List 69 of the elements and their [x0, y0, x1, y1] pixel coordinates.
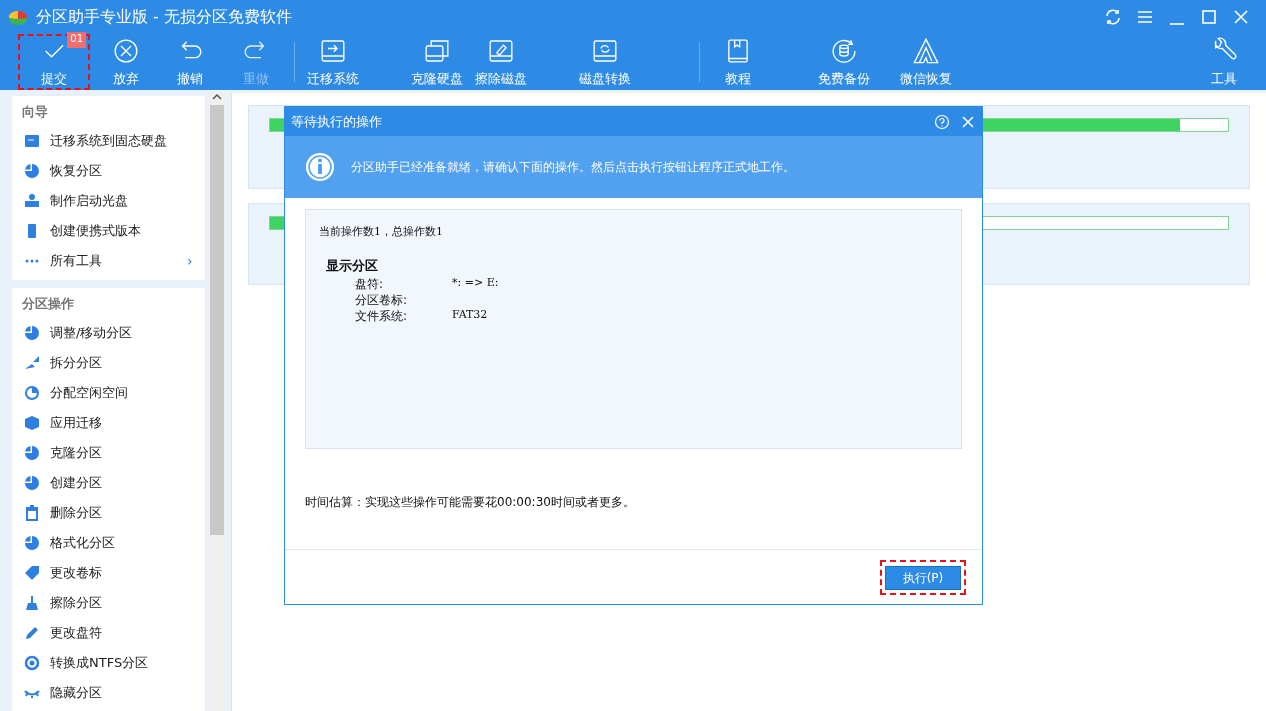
toolbar-tool-button[interactable]: 教程: [706, 34, 770, 90]
sidebar-item[interactable]: 分配空闲空间: [22, 378, 195, 408]
dialog-title: 等待执行的操作: [291, 112, 383, 131]
info-text: 分区助手已经准备就绪，请确认下面的操作。然后点击执行按钮让程序正式地工作。: [351, 159, 795, 176]
sidebar-item[interactable]: 拆分分区: [22, 348, 195, 378]
sidebar-item[interactable]: 转换成NTFS分区: [22, 648, 195, 678]
toolbar-tool-button[interactable]: 撤销: [158, 34, 222, 90]
app-logo-icon: [8, 8, 28, 26]
drive-icon: [24, 133, 40, 149]
disc-drive-icon: [24, 193, 40, 209]
detail-value: FAT32: [452, 307, 488, 323]
section-title: 分区操作: [22, 295, 75, 313]
toolbar-tool-button[interactable]: 工具: [1192, 34, 1256, 90]
detail-label: 文件系统:: [355, 308, 409, 323]
sidebar-item[interactable]: 删除分区: [22, 498, 195, 528]
menu-icon[interactable]: [1136, 8, 1154, 26]
summary-text: 当前操作数1，总操作数1: [319, 224, 444, 240]
help-icon[interactable]: [934, 113, 950, 130]
close-icon[interactable]: [960, 113, 976, 130]
pie-chart-icon: [24, 475, 40, 491]
pie-chart-icon: [24, 535, 40, 551]
sidebar-item[interactable]: 擦除分区: [22, 588, 195, 618]
sidebar-item[interactable]: 创建便携式版本: [22, 216, 195, 246]
toolbar-tool-button[interactable]: 微信恢复: [894, 34, 958, 90]
toolbar-tool-button[interactable]: 放弃: [94, 34, 158, 90]
toolbar-tool-button[interactable]: 免费备份: [812, 34, 876, 90]
count-badge: 01: [67, 32, 86, 48]
pie-outline-icon: [24, 385, 40, 401]
tag-icon: [24, 565, 40, 581]
scroll-up-icon[interactable]: [211, 93, 222, 101]
time-estimate: 时间估算：实现这些操作可能需要花00:00:30时间或者更多。: [305, 494, 636, 511]
toolbar-tool-button[interactable]: 克隆硬盘: [405, 34, 469, 90]
sidebar-item[interactable]: 恢复分区: [22, 156, 195, 186]
toolbar-tool-button[interactable]: 磁盘转换: [573, 34, 637, 90]
chevron-icon: ›: [187, 250, 195, 272]
operation-title: 显示分区: [325, 256, 379, 275]
toolbar-tool-button[interactable]: 擦除磁盘: [469, 34, 533, 90]
execute-button[interactable]: 执行(P): [885, 565, 961, 590]
scrollbar[interactable]: [208, 93, 225, 711]
cube-icon: [24, 415, 40, 431]
detail-label: 盘符:: [355, 276, 385, 291]
detail-label: 分区卷标:: [355, 292, 409, 307]
window-title: 分区助手专业版 - 无损分区免费软件: [36, 6, 292, 28]
maximize-icon[interactable]: [1200, 8, 1218, 26]
sidebar-item[interactable]: 所有工具 ›: [22, 246, 195, 276]
pie-chart-icon: [24, 163, 40, 179]
section-title: 向导: [22, 103, 49, 121]
sidebar-item[interactable]: 调整/移动分区: [22, 318, 195, 348]
sidebar-item[interactable]: 更改盘符: [22, 618, 195, 648]
detail-value: *: => E:: [452, 275, 499, 291]
trash-icon: [24, 505, 40, 521]
sidebar-item[interactable]: 格式化分区: [22, 528, 195, 558]
close-icon[interactable]: [1232, 8, 1250, 26]
toolbar-submit-button[interactable]: 提交 01: [18, 34, 90, 90]
toolbar-tool-button[interactable]: 迁移系统: [301, 34, 365, 90]
sidebar-item[interactable]: 制作启动光盘: [22, 186, 195, 216]
pencil-icon: [24, 625, 40, 641]
pie-chart-icon: [24, 325, 40, 341]
pie-chart-icon: [24, 445, 40, 461]
sidebar-item[interactable]: 迁移系统到固态硬盘: [22, 126, 195, 156]
sidebar-item[interactable]: 克隆分区: [22, 438, 195, 468]
broom-icon: [24, 595, 40, 611]
sidebar-item[interactable]: 创建分区: [22, 468, 195, 498]
split-icon: [24, 355, 40, 371]
sidebar-item[interactable]: 隐藏分区: [22, 678, 195, 708]
sidebar-item[interactable]: 更改卷标: [22, 558, 195, 588]
sidebar-item[interactable]: 应用迁移: [22, 408, 195, 438]
info-icon: [305, 152, 335, 182]
refresh-icon[interactable]: [1104, 8, 1122, 26]
